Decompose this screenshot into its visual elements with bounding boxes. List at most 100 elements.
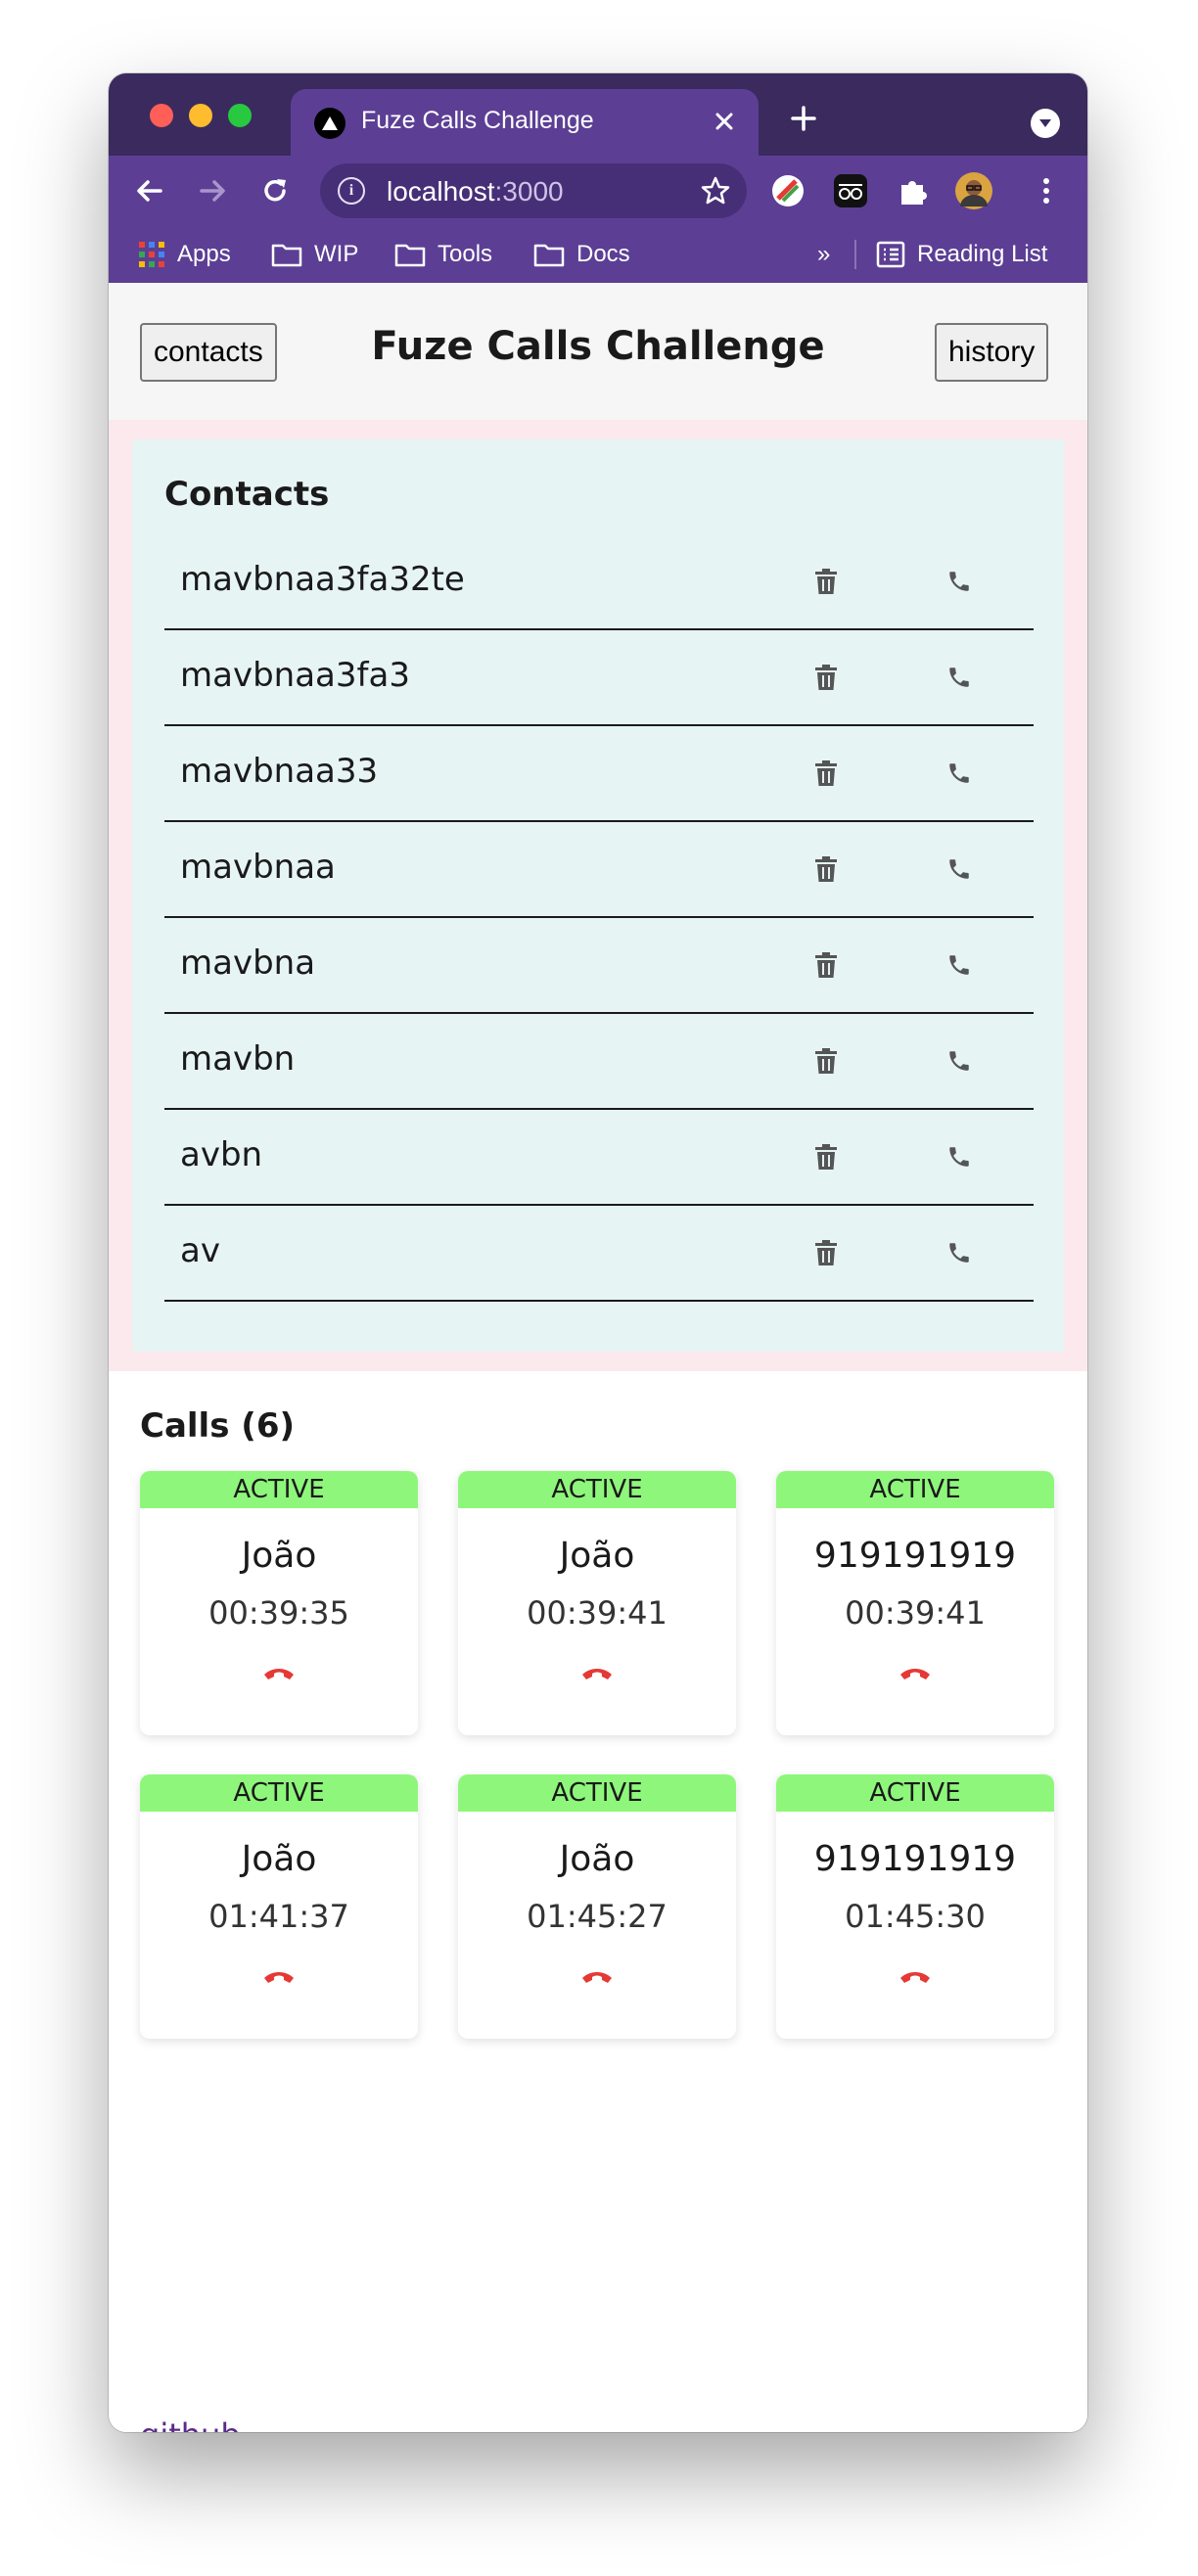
contact-name: mavbnaa3fa32te — [180, 560, 465, 599]
caller-name: João — [241, 1536, 317, 1576]
contact-row: avbn — [164, 1110, 1034, 1206]
call-duration: 00:39:41 — [845, 1594, 986, 1632]
tab-search-icon[interactable] — [1031, 109, 1060, 138]
browser-toolbar: i localhost:3000 — [109, 156, 1087, 226]
hangup-icon[interactable] — [259, 1962, 299, 1992]
trash-icon[interactable] — [806, 945, 846, 985]
bookmarks-overflow-button[interactable]: » — [817, 238, 830, 271]
call-card: ACTIVE João 00:39:35 — [140, 1471, 418, 1735]
forward-icon[interactable] — [191, 169, 234, 212]
caller-name: 919191919 — [813, 1536, 1017, 1576]
contact-name: mavbna — [180, 943, 316, 983]
call-duration: 00:39:41 — [527, 1594, 668, 1632]
browser-tab[interactable]: Fuze Calls Challenge — [291, 89, 759, 156]
address-bar[interactable]: i localhost:3000 — [320, 163, 747, 218]
github-link[interactable]: github — [140, 2416, 241, 2432]
new-tab-icon[interactable] — [784, 99, 823, 138]
bookmark-apps[interactable]: Apps — [138, 238, 231, 271]
hangup-icon[interactable] — [577, 1659, 617, 1688]
maximize-window-button[interactable] — [228, 104, 252, 127]
close-window-button[interactable] — [150, 104, 173, 127]
tab-strip: Fuze Calls Challenge — [109, 73, 1087, 156]
call-duration: 00:39:35 — [208, 1594, 349, 1632]
bookmark-folder-tools[interactable]: Tools — [394, 238, 492, 271]
call-duration: 01:45:30 — [845, 1898, 986, 1935]
status-badge: ACTIVE — [140, 1774, 418, 1812]
extensions-puzzle-icon[interactable] — [896, 173, 931, 208]
minimize-window-button[interactable] — [189, 104, 212, 127]
folder-icon — [533, 244, 565, 267]
call-card: ACTIVE João 00:39:41 — [458, 1471, 736, 1735]
reload-icon[interactable] — [253, 169, 297, 212]
bookmark-folder-wip[interactable]: WIP — [271, 238, 358, 271]
status-badge: ACTIVE — [140, 1471, 418, 1508]
phone-icon[interactable] — [940, 562, 979, 601]
folder-icon — [394, 244, 426, 267]
status-badge: ACTIVE — [458, 1471, 736, 1508]
contact-row: mavbn — [164, 1014, 1034, 1110]
extension-glasses-icon[interactable] — [833, 173, 868, 208]
bookmarks-bar: Apps WIP Tools Docs » Reading List — [109, 226, 1087, 283]
contact-row: av — [164, 1206, 1034, 1302]
extension-color-icon[interactable] — [770, 173, 806, 208]
contact-name: mavbnaa3fa3 — [180, 656, 410, 695]
tab-close-icon[interactable] — [706, 103, 743, 140]
caller-name: João — [559, 1839, 635, 1879]
trash-icon[interactable] — [806, 658, 846, 697]
contact-row: mavbnaa33 — [164, 726, 1034, 822]
hangup-icon[interactable] — [577, 1962, 617, 1992]
contact-row: mavbna — [164, 918, 1034, 1014]
contact-name: mavbnaa — [180, 848, 336, 887]
contact-name: avbn — [180, 1135, 263, 1174]
web-page: contacts Fuze Calls Challenge history Co… — [109, 283, 1087, 2432]
contact-row: mavbnaa — [164, 822, 1034, 918]
contact-row: mavbnaa3fa3 — [164, 630, 1034, 726]
hangup-icon[interactable] — [896, 1962, 935, 1992]
contact-name: mavbn — [180, 1039, 296, 1079]
phone-icon[interactable] — [940, 1041, 979, 1081]
status-badge: ACTIVE — [458, 1774, 736, 1812]
phone-icon[interactable] — [940, 1137, 979, 1176]
tab-title: Fuze Calls Challenge — [361, 107, 594, 134]
bookmark-folder-docs[interactable]: Docs — [533, 238, 630, 271]
history-button[interactable]: history — [935, 323, 1049, 382]
bookmarks-divider — [854, 240, 856, 269]
bookmark-star-icon[interactable] — [700, 175, 731, 207]
contact-row: mavbnaa3fa32te — [164, 534, 1034, 630]
contact-name: av — [180, 1231, 220, 1270]
trash-icon[interactable] — [806, 1137, 846, 1176]
status-badge: ACTIVE — [776, 1471, 1054, 1508]
apps-grid-icon — [139, 242, 164, 267]
folder-icon — [271, 244, 302, 267]
browser-menu-icon[interactable] — [1037, 173, 1056, 208]
reading-list-button[interactable]: Reading List — [876, 238, 1047, 271]
trash-icon[interactable] — [806, 754, 846, 793]
contacts-section: Contacts mavbnaa3fa32te mavbnaa3fa3 mavbna… — [109, 420, 1087, 1371]
browser-window: Fuze Calls Challenge i localhost:3000 Ap… — [109, 73, 1087, 2432]
contacts-panel: Contacts mavbnaa3fa32te mavbnaa3fa3 mavbna… — [132, 439, 1064, 1352]
phone-icon[interactable] — [940, 850, 979, 889]
caller-name: 919191919 — [813, 1839, 1017, 1879]
trash-icon[interactable] — [806, 1041, 846, 1081]
contacts-heading: Contacts — [164, 475, 330, 514]
hangup-icon[interactable] — [259, 1659, 299, 1688]
page-header: contacts Fuze Calls Challenge history — [109, 283, 1087, 420]
call-duration: 01:45:27 — [527, 1898, 668, 1935]
phone-icon[interactable] — [940, 658, 979, 697]
profile-avatar[interactable] — [954, 171, 993, 210]
trash-icon[interactable] — [806, 562, 846, 601]
call-card: ACTIVE João 01:45:27 — [458, 1774, 736, 2039]
back-icon[interactable] — [128, 169, 171, 212]
url-text: localhost:3000 — [387, 176, 564, 207]
phone-icon[interactable] — [940, 945, 979, 985]
trash-icon[interactable] — [806, 850, 846, 889]
calls-heading: Calls (6) — [140, 1406, 296, 1446]
phone-icon[interactable] — [940, 754, 979, 793]
site-info-icon[interactable]: i — [338, 177, 365, 205]
call-card: ACTIVE João 01:41:37 — [140, 1774, 418, 2039]
call-card: ACTIVE 919191919 00:39:41 — [776, 1471, 1054, 1735]
trash-icon[interactable] — [806, 1233, 846, 1272]
caller-name: João — [241, 1839, 317, 1879]
hangup-icon[interactable] — [896, 1659, 935, 1688]
phone-icon[interactable] — [940, 1233, 979, 1272]
